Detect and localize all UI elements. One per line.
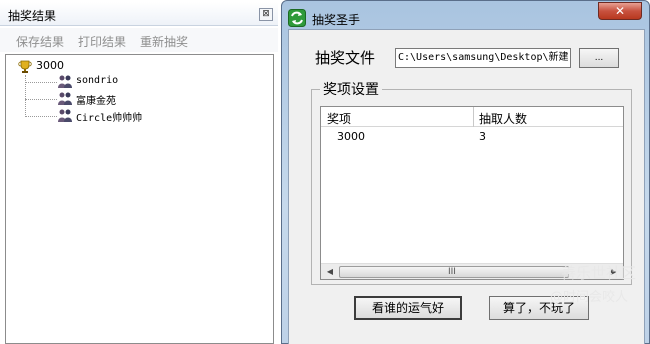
close-icon: ✕ bbox=[614, 4, 626, 18]
prize-list[interactable]: 奖项 抽取人数 3000 3 ◀ III ▶ bbox=[320, 106, 624, 280]
column-count[interactable]: 抽取人数 bbox=[479, 110, 527, 127]
tree-branch bbox=[25, 99, 57, 100]
column-divider[interactable] bbox=[473, 107, 474, 127]
table-row[interactable]: 3000 3 bbox=[321, 129, 623, 145]
trophy-icon bbox=[18, 60, 32, 73]
column-prize[interactable]: 奖项 bbox=[327, 110, 351, 127]
window-title: 抽奖圣手 bbox=[312, 13, 361, 27]
print-results-button[interactable]: 打印结果 bbox=[78, 33, 126, 50]
app-window: 抽奖圣手 ✕ 抽奖文件 C:\Users\samsung\Desktop\新建 … bbox=[281, 0, 650, 344]
results-tree: 3000 sondrio 富康金苑 Circle帅帅帅 bbox=[5, 54, 274, 344]
save-results-button[interactable]: 保存结果 bbox=[16, 33, 64, 50]
redraw-button[interactable]: 重新抽奖 bbox=[140, 33, 188, 50]
watermark-line1: 善乐世社区 bbox=[561, 264, 637, 282]
results-panel: 抽奖结果 ⊠ 保存结果 打印结果 重新抽奖 3000 sondrio 富康金苑 … bbox=[0, 0, 279, 344]
tree-root-label: 3000 bbox=[36, 59, 64, 72]
results-titlebar: 抽奖结果 ⊠ bbox=[0, 2, 278, 26]
people-icon bbox=[58, 92, 72, 105]
prize-settings-group: 奖项设置 奖项 抽取人数 3000 3 ◀ III ▶ bbox=[311, 79, 632, 285]
cell-count: 3 bbox=[479, 130, 486, 143]
tree-branch bbox=[25, 82, 57, 83]
cell-prize: 3000 bbox=[337, 130, 365, 143]
people-icon bbox=[58, 109, 72, 122]
app-icon bbox=[288, 9, 306, 27]
list-header: 奖项 抽取人数 bbox=[321, 107, 623, 127]
tree-node-label: Circle帅帅帅 bbox=[76, 113, 143, 124]
watermark-line2: @时间会咬人 bbox=[550, 290, 629, 305]
tree-connector bbox=[25, 75, 26, 115]
people-icon bbox=[58, 75, 72, 88]
file-path-field[interactable]: C:\Users\samsung\Desktop\新建 bbox=[395, 48, 571, 68]
group-title: 奖项设置 bbox=[320, 79, 382, 99]
grip-icon: III bbox=[448, 267, 456, 277]
scroll-left-icon[interactable]: ◀ bbox=[322, 265, 338, 279]
results-title: 抽奖结果 bbox=[8, 9, 57, 23]
tree-branch bbox=[25, 116, 57, 117]
results-toolbar: 保存结果 打印结果 重新抽奖 bbox=[0, 28, 278, 52]
browse-button[interactable]: ... bbox=[579, 48, 619, 68]
close-icon[interactable]: ⊠ bbox=[259, 8, 273, 21]
file-label: 抽奖文件 bbox=[315, 49, 376, 67]
draw-button[interactable]: 看谁的运气好 bbox=[354, 296, 462, 320]
tree-node-label: sondrio bbox=[76, 75, 119, 86]
scrollbar-thumb[interactable]: III bbox=[339, 266, 569, 278]
window-close-button[interactable]: ✕ bbox=[598, 2, 642, 20]
tree-node-label: 富康金苑 bbox=[76, 96, 116, 107]
